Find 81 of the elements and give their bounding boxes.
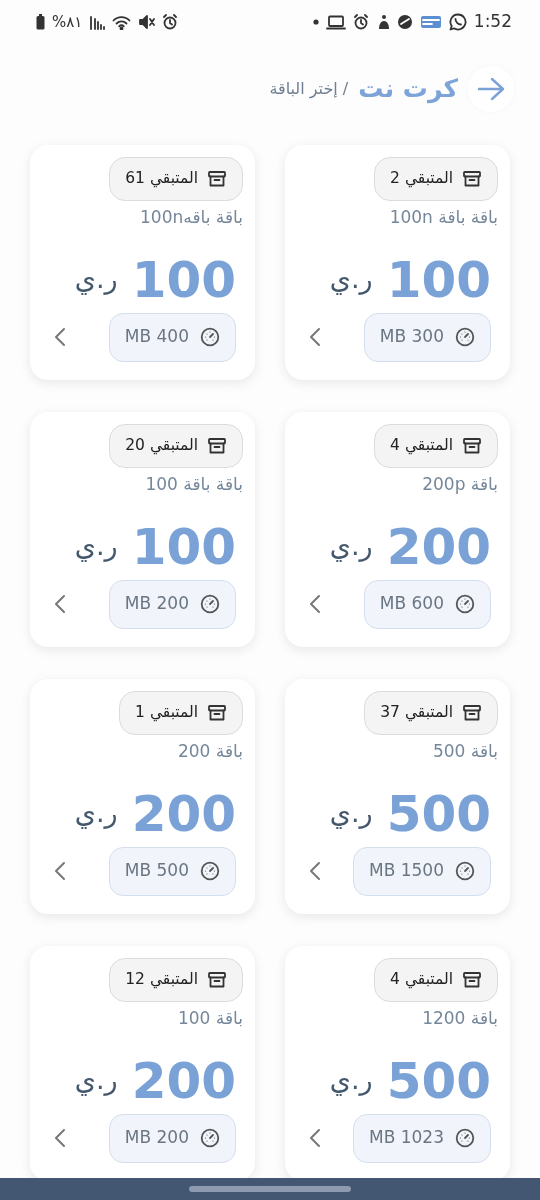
archive-icon [462, 703, 482, 723]
back-arrow-icon [477, 77, 505, 101]
package-name: باقة باقة 100 [145, 473, 243, 496]
chevron-left-icon[interactable] [54, 861, 66, 881]
gauge-icon [200, 594, 220, 614]
currency: ر.ي [329, 1063, 373, 1098]
remaining-text: المتبقي 37 [380, 702, 453, 724]
remaining-text: المتبقي 1 [135, 702, 198, 724]
remaining-text: المتبقي 20 [125, 435, 198, 457]
archive-icon [207, 970, 227, 990]
package-name: باقة باقه100n [140, 206, 243, 229]
data-amount: MB 200 [124, 1126, 189, 1150]
package-price: 500 [386, 786, 491, 841]
app-icon [396, 14, 413, 30]
package-name: باقة 200p [422, 473, 498, 496]
archive-icon [462, 970, 482, 990]
currency: ر.ي [74, 529, 118, 564]
laptop-icon [325, 14, 346, 30]
archive-icon [207, 436, 227, 456]
chevron-left-icon[interactable] [54, 1128, 66, 1148]
remaining-text: المتبقي 61 [125, 168, 198, 190]
chevron-left-icon[interactable] [54, 594, 66, 614]
package-name: باقة 100 [178, 1007, 243, 1030]
data-amount: MB 400 [124, 325, 189, 349]
archive-icon [207, 703, 227, 723]
currency: ر.ي [74, 262, 118, 297]
currency: ر.ي [329, 529, 373, 564]
package-price: 200 [131, 1053, 236, 1108]
remaining-text: المتبقي 4 [390, 969, 453, 991]
chevron-left-icon[interactable] [309, 594, 321, 614]
archive-icon [207, 169, 227, 189]
card-icon [419, 14, 442, 30]
chevron-left-icon[interactable] [309, 861, 321, 881]
package-price: 500 [386, 1053, 491, 1108]
data-amount: MB 200 [124, 592, 189, 616]
remaining-text: المتبقي 4 [390, 435, 453, 457]
wifi-icon [112, 14, 132, 30]
battery-level: %٨١ [52, 11, 83, 33]
chat-icon [448, 13, 467, 31]
page-title: كرت نت [358, 73, 458, 106]
package-name: باقة باقة 100n [389, 206, 498, 229]
data-amount: MB 300 [379, 325, 444, 349]
chevron-left-icon[interactable] [309, 327, 321, 347]
mute-icon [138, 14, 156, 30]
package-name: باقة 200 [178, 740, 243, 763]
data-amount: MB 600 [379, 592, 444, 616]
currency: ر.ي [329, 796, 373, 831]
data-amount: MB 500 [124, 859, 189, 883]
gauge-icon [455, 861, 475, 881]
remaining-text: المتبقي 2 [390, 168, 453, 190]
currency: ر.ي [74, 796, 118, 831]
package-name: باقة 1200 [422, 1007, 498, 1030]
dot-icon [312, 19, 319, 25]
gauge-icon [455, 327, 475, 347]
gauge-icon [200, 1128, 220, 1148]
chevron-left-icon[interactable] [309, 1128, 321, 1148]
gauge-icon [455, 1128, 475, 1148]
package-price: 100 [131, 252, 236, 307]
battery-icon [36, 14, 45, 30]
package-price: 100 [131, 519, 236, 574]
remaining-text: المتبقي 12 [125, 969, 198, 991]
package-price: 200 [386, 519, 491, 574]
archive-icon [462, 169, 482, 189]
package-price: 200 [131, 786, 236, 841]
alarm-icon [352, 14, 369, 30]
alarm-icon [162, 14, 179, 30]
data-amount: MB 1023 [369, 1126, 444, 1150]
signal-icon [89, 14, 106, 30]
package-price: 100 [386, 252, 491, 307]
gauge-icon [200, 861, 220, 881]
archive-icon [462, 436, 482, 456]
gauge-icon [455, 594, 475, 614]
currency: ر.ي [329, 262, 373, 297]
package-name: باقة 500 [433, 740, 498, 763]
gauge-icon [200, 327, 220, 347]
status-time: 1:52 [473, 10, 512, 34]
data-amount: MB 1500 [369, 859, 444, 883]
chevron-left-icon[interactable] [54, 327, 66, 347]
currency: ر.ي [74, 1063, 118, 1098]
breadcrumb: / إختر الباقة [269, 78, 349, 101]
home-handle[interactable] [189, 1186, 351, 1192]
